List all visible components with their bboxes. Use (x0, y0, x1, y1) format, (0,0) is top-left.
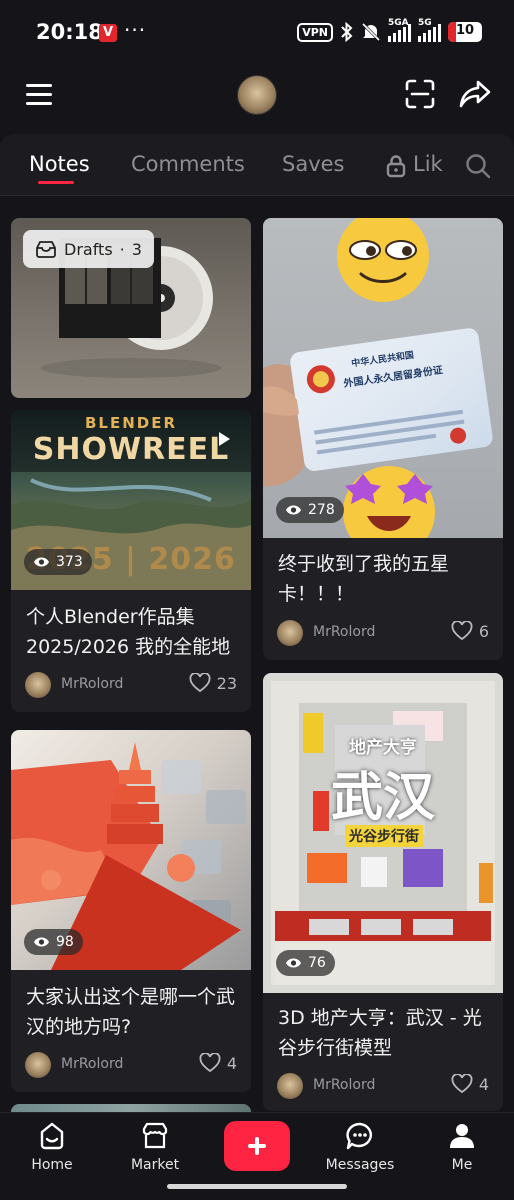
vpn-icon: VPN (297, 22, 333, 42)
author-avatar[interactable] (277, 1073, 303, 1099)
tab-saves[interactable]: Saves (282, 152, 345, 176)
gesture-bar[interactable] (167, 1184, 347, 1189)
like-button[interactable]: 23 (189, 673, 237, 693)
eye-icon (286, 505, 301, 515)
author-avatar[interactable] (25, 1052, 51, 1078)
author-name[interactable]: MrRolord (313, 1077, 375, 1093)
avatar[interactable] (237, 75, 277, 115)
video-play-icon (219, 432, 230, 446)
mute-icon (361, 22, 381, 42)
create-post-button[interactable] (224, 1121, 290, 1171)
note-card[interactable]: 中华人民共和国 外国人永久居留身份证 278 终于收到了我的五星卡！！！ MrR… (263, 218, 503, 660)
drafts-label: Drafts (64, 239, 113, 259)
nav-me[interactable]: Me (422, 1121, 502, 1173)
note-meta: MrRolord 23 (25, 672, 237, 698)
home-icon (40, 1122, 64, 1150)
nav-market[interactable]: Market (115, 1121, 195, 1173)
showreel-line1: BLENDER (84, 414, 178, 432)
note-thumbnail: 地产大亨 武汉 光谷步行街 76 (263, 673, 503, 993)
heart-icon (189, 673, 211, 693)
signal-5g-icon: 5G (418, 18, 441, 42)
battery-level: 10 (455, 23, 475, 38)
shop-icon (142, 1122, 168, 1149)
eye-icon (286, 958, 301, 968)
board-subtitle: 光谷步行街 (345, 825, 423, 847)
drafts-badge[interactable]: Drafts · 3 (23, 230, 154, 268)
heart-icon (451, 1074, 473, 1094)
like-count: 6 (478, 621, 489, 641)
bluetooth-icon (341, 22, 353, 42)
active-tab-indicator (38, 181, 74, 184)
note-card-partial[interactable] (11, 1104, 251, 1112)
like-button[interactable]: 6 (451, 621, 489, 641)
like-count: 23 (216, 673, 237, 693)
note-title: 终于收到了我的五星卡！！！ (278, 553, 450, 605)
search-icon[interactable] (465, 153, 491, 179)
heart-icon (199, 1053, 221, 1073)
author-name[interactable]: MrRolord (61, 1056, 123, 1072)
scan-icon[interactable] (404, 78, 436, 110)
drafts-card[interactable]: Drafts · 3 (11, 218, 251, 398)
message-icon (346, 1122, 372, 1150)
note-title: 大家认出这个是哪一个武汉的地方吗? (26, 986, 236, 1038)
battery-icon: 10 (448, 22, 482, 42)
menu-icon[interactable] (26, 84, 52, 106)
note-card[interactable]: 98 大家认出这个是哪一个武汉的地方吗? MrRolord 4 (11, 730, 251, 1092)
nav-home-label: Home (31, 1157, 73, 1173)
nav-market-label: Market (130, 1157, 180, 1173)
more-notifications-icon: ··· (124, 18, 147, 42)
view-count-badge: 98 (24, 929, 83, 955)
app-notification-icon: V (99, 24, 117, 42)
nav-me-label: Me (451, 1157, 473, 1173)
author-avatar[interactable] (277, 620, 303, 646)
view-count-badge: 76 (276, 950, 335, 976)
tab-likes[interactable]: Lik (413, 152, 443, 176)
eye-icon (34, 557, 49, 567)
view-count-badge: 278 (276, 497, 344, 523)
like-button[interactable]: 4 (451, 1074, 489, 1094)
like-button[interactable]: 4 (199, 1053, 237, 1073)
heart-icon (451, 621, 473, 641)
drafts-count: 3 (131, 239, 142, 259)
signal-5ga-icon: 5GA (388, 18, 411, 42)
drafts-separator: · (119, 239, 125, 259)
like-count: 4 (226, 1053, 237, 1073)
note-card[interactable]: 地产大亨 武汉 光谷步行街 76 3D 地产大亨：武汉 - 光谷步行街模型 Mr… (263, 673, 503, 1111)
note-title: 3D 地产大亨：武汉 - 光谷步行街模型 (278, 1007, 482, 1059)
eye-icon (34, 937, 49, 947)
status-bar: 20:18 V ··· VPN 5GA 5G 10 (0, 0, 514, 64)
note-meta: MrRolord 4 (277, 1073, 489, 1099)
drafts-box-icon (36, 241, 56, 258)
view-count-badge: 373 (24, 549, 92, 575)
showreel-line2: SHOWREEL (32, 432, 230, 467)
profile-tabs: Notes Comments Saves Lik (0, 134, 514, 196)
nav-home[interactable]: Home (12, 1121, 92, 1173)
note-meta: MrRolord 4 (25, 1052, 237, 1078)
note-meta: MrRolord 6 (277, 620, 489, 646)
author-avatar[interactable] (25, 672, 51, 698)
person-icon (450, 1124, 474, 1148)
author-name[interactable]: MrRolord (61, 676, 123, 692)
nav-messages[interactable]: Messages (320, 1121, 400, 1173)
note-thumbnail: 中华人民共和国 外国人永久居留身份证 278 (263, 218, 503, 538)
note-card[interactable]: BLENDER SHOWREEL 2025 | 2026 373 个人Blend… (11, 410, 251, 712)
note-thumbnail: 98 (11, 730, 251, 970)
lock-icon (386, 155, 406, 178)
notes-feed: Drafts · 3 BLENDER SHOWREEL 2025 | 2026 … (0, 196, 514, 1112)
board-title-big: 武汉 (330, 768, 435, 828)
author-name[interactable]: MrRolord (313, 624, 375, 640)
like-count: 4 (478, 1074, 489, 1094)
profile-header (0, 64, 514, 130)
note-thumbnail: BLENDER SHOWREEL 2025 | 2026 373 (11, 410, 251, 590)
tab-comments[interactable]: Comments (131, 152, 245, 176)
tab-notes[interactable]: Notes (29, 152, 90, 176)
status-time: 20:18 (36, 20, 103, 44)
nav-messages-label: Messages (325, 1157, 395, 1173)
share-icon[interactable] (458, 78, 492, 110)
note-title: 个人Blender作品集2025/2026 我的全能地 (26, 606, 231, 658)
status-icons: VPN 5GA 5G 10 (297, 18, 482, 44)
